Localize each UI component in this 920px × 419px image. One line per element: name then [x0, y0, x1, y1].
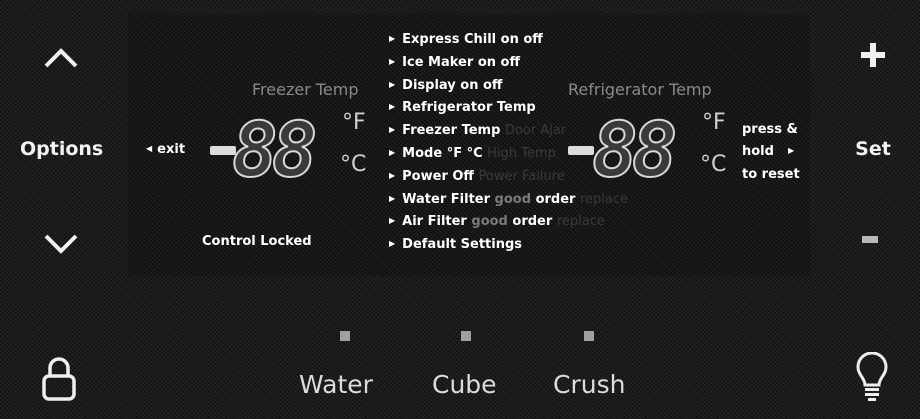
- menu-arrow-icon: ▶: [389, 125, 396, 135]
- menu-item-express-chill[interactable]: ▶ Express Chill on off: [389, 29, 628, 52]
- menu-item-air-filter[interactable]: ▶ Air Filter good order replace: [389, 211, 628, 234]
- chevron-down-icon: [44, 234, 78, 254]
- cube-button[interactable]: Cube: [432, 370, 497, 399]
- refrigerator-unit-c: °C: [700, 152, 727, 177]
- menu-arrow-icon: ▶: [389, 79, 396, 89]
- menu-item-ice-maker[interactable]: ▶ Ice Maker on off: [389, 52, 628, 75]
- reset-hint-line1: press &: [742, 122, 798, 137]
- menu-arrow-icon: ▶: [389, 193, 396, 203]
- freezer-temp-title: Freezer Temp: [252, 80, 359, 99]
- exit-label: exit: [157, 142, 186, 157]
- left-arrow-icon: ◀: [146, 144, 153, 153]
- refrigerator-minus-segment: [568, 146, 594, 155]
- chevron-up-icon: [44, 48, 78, 68]
- reset-hint-line2: hold: [742, 144, 774, 159]
- menu-item-default-settings[interactable]: ▶ Default Settings: [389, 234, 628, 257]
- menu-arrow-icon: ▶: [389, 102, 396, 112]
- reset-hint-line3: to reset: [742, 167, 800, 182]
- menu-arrow-icon: ▶: [389, 147, 396, 157]
- menu-arrow-icon: ▶: [389, 34, 396, 43]
- light-button[interactable]: [854, 351, 890, 404]
- menu-arrow-icon: ▶: [389, 239, 396, 249]
- exit-button[interactable]: ◀ exit: [146, 142, 185, 157]
- right-arrow-icon: ▶: [787, 146, 795, 155]
- options-button[interactable]: Options: [20, 138, 103, 160]
- freezer-temp-digits: 88: [231, 105, 318, 194]
- cube-indicator-light: [461, 331, 471, 341]
- menu-arrow-icon: ▶: [389, 216, 396, 226]
- reset-hint: press & hold ▶ to reset: [742, 119, 800, 186]
- freezer-unit-f: °F: [342, 110, 366, 135]
- refrigerator-unit-f: °F: [702, 110, 726, 135]
- crush-button[interactable]: Crush: [553, 370, 625, 399]
- control-locked-indicator: Control Locked: [202, 234, 312, 249]
- menu-arrow-icon: ▶: [389, 170, 396, 180]
- refrigerator-temp-digits: 88: [591, 105, 678, 194]
- menu-arrow-icon: ▶: [389, 56, 396, 66]
- water-indicator-light: [340, 331, 350, 341]
- fridge-control-panel: Options Set ◀ exit Freezer Temp 88 °F °C …: [0, 0, 920, 419]
- crush-indicator-light: [584, 331, 594, 341]
- minus-button[interactable]: [862, 236, 880, 248]
- minus-icon: [862, 236, 878, 243]
- freezer-unit-c: °C: [340, 152, 367, 177]
- lock-icon: [42, 357, 76, 401]
- plus-icon: [861, 43, 885, 67]
- down-button[interactable]: [40, 224, 82, 262]
- water-button[interactable]: Water: [299, 370, 373, 399]
- lock-button[interactable]: [41, 356, 77, 402]
- reset-hint-line2-row: hold ▶: [742, 141, 800, 164]
- set-button[interactable]: Set: [848, 138, 898, 160]
- refrigerator-temp-title: Refrigerator Temp: [568, 80, 712, 99]
- light-bulb-icon: [856, 351, 888, 401]
- plus-button[interactable]: [858, 40, 888, 70]
- up-button[interactable]: [40, 40, 82, 78]
